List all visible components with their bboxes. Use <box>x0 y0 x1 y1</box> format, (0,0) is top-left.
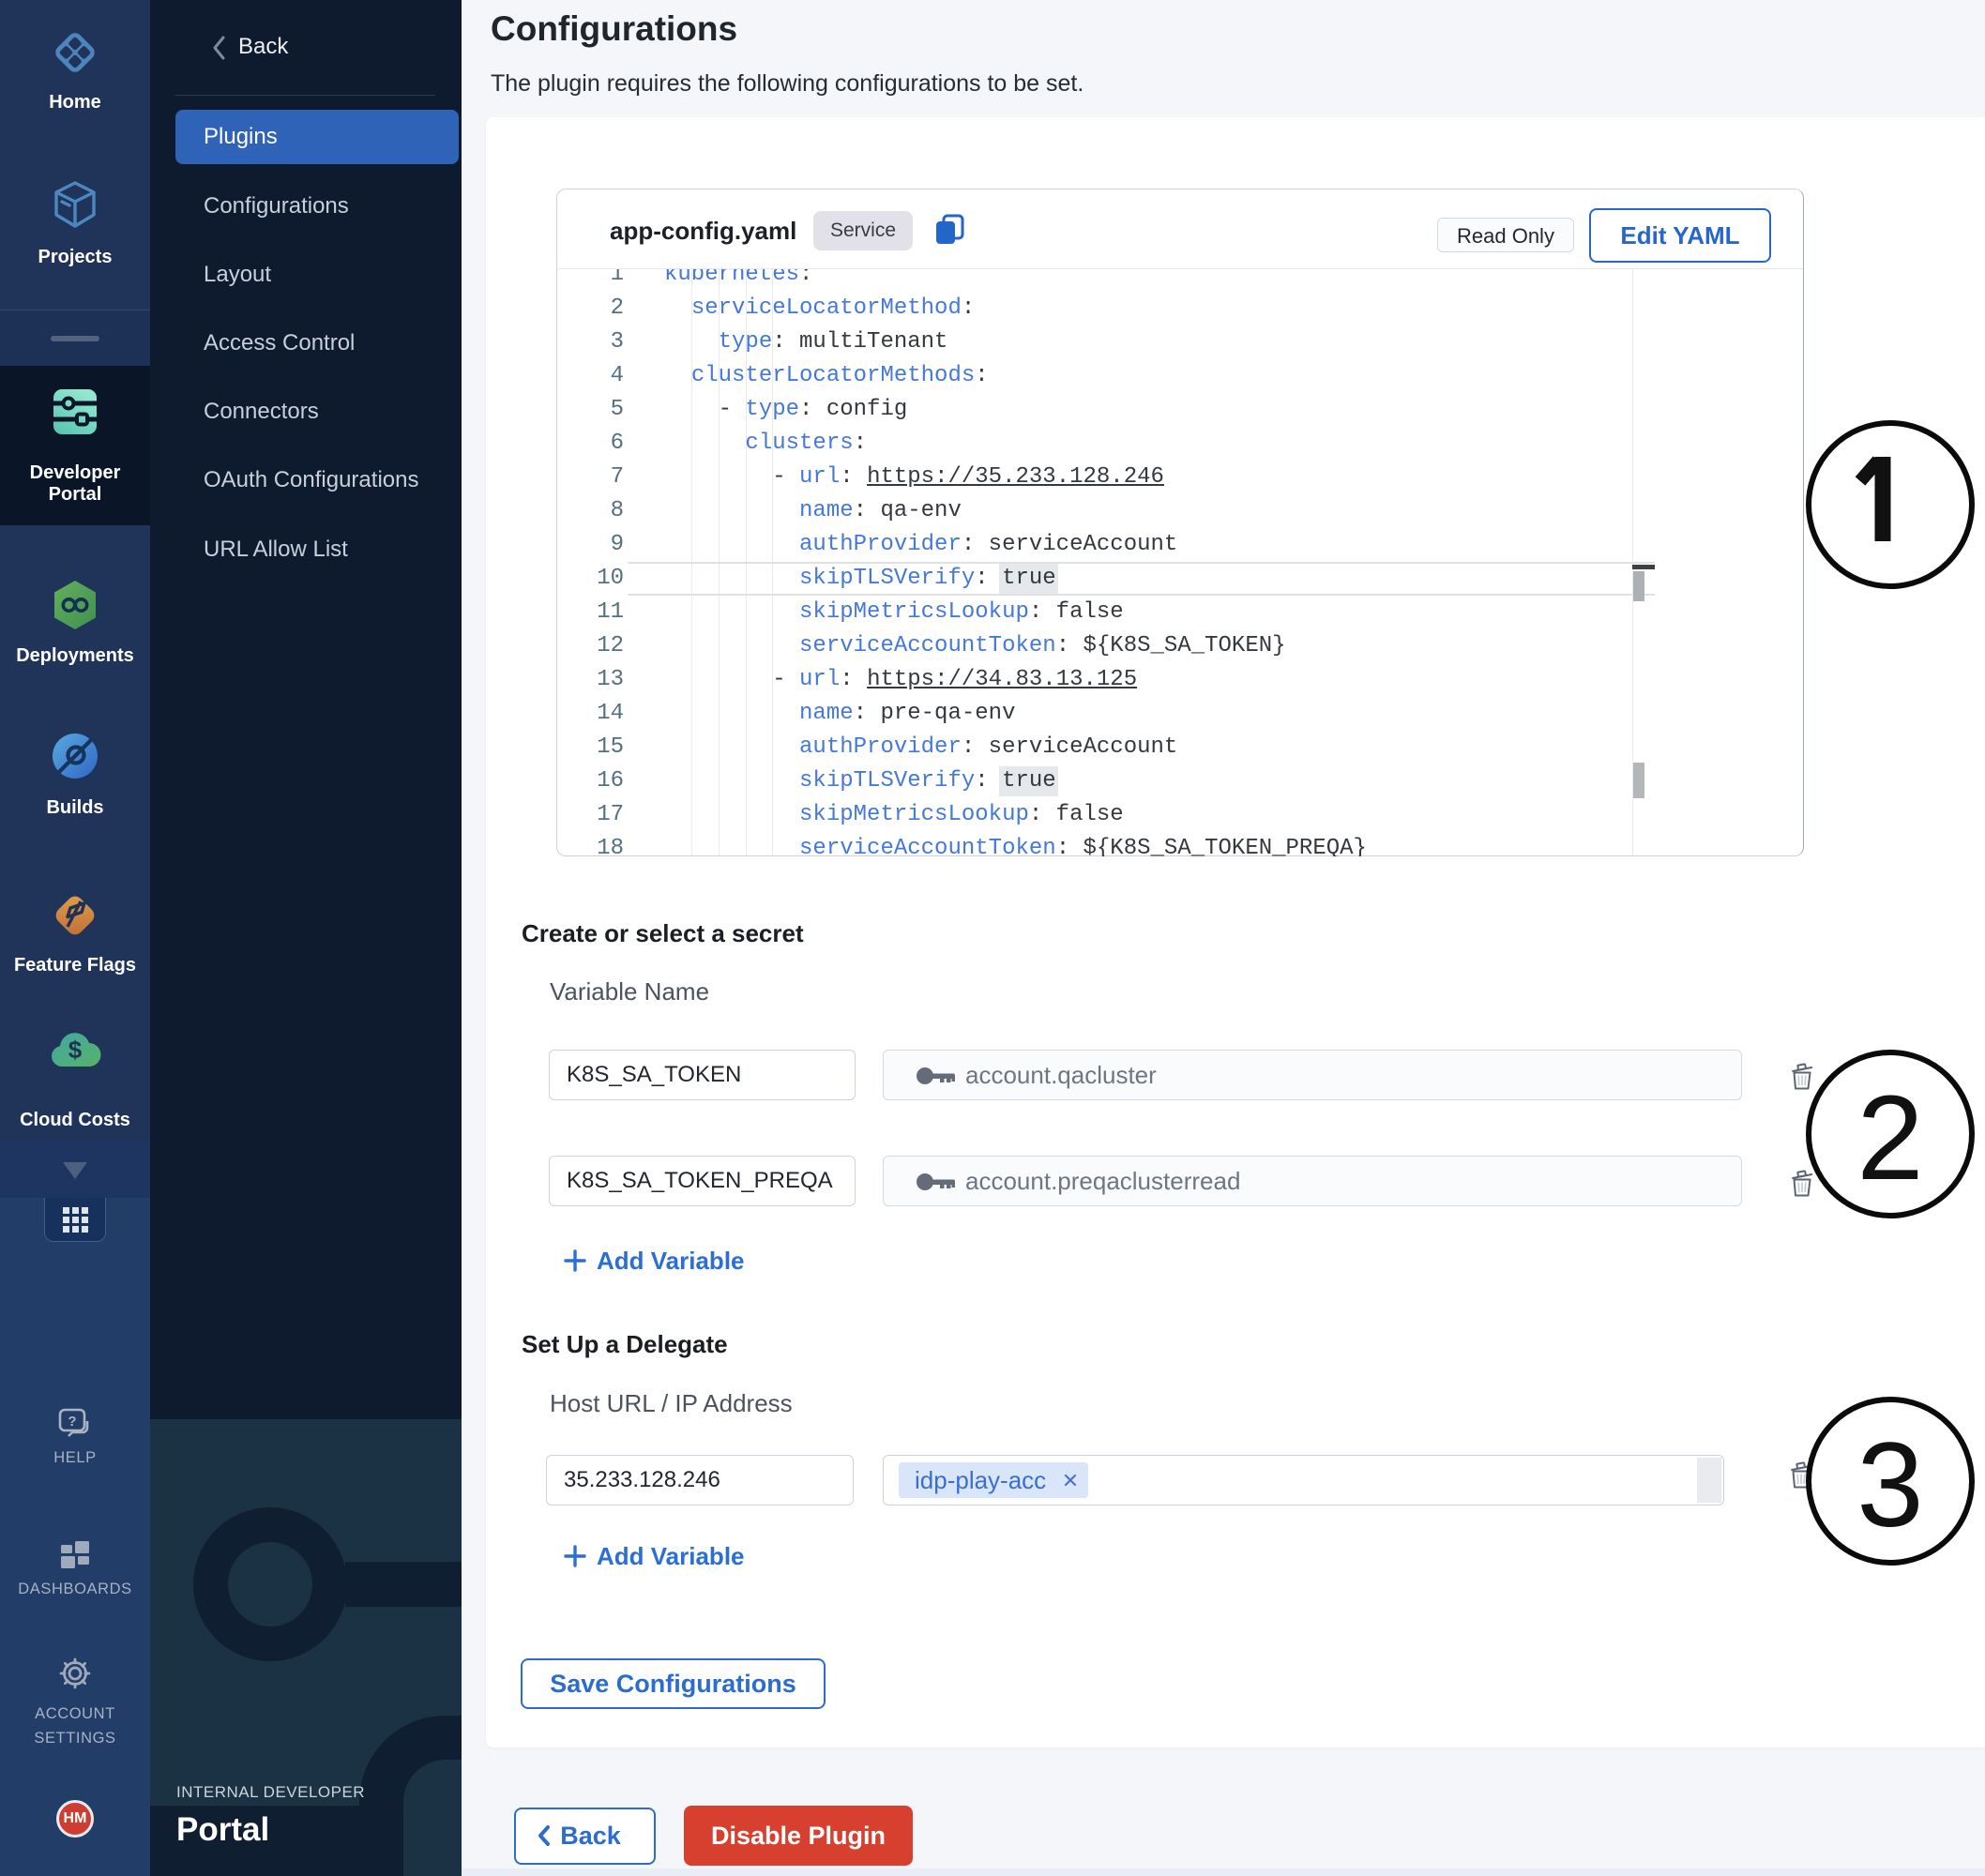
svg-text:?: ? <box>68 1414 76 1430</box>
svg-text:$: $ <box>68 1036 83 1064</box>
